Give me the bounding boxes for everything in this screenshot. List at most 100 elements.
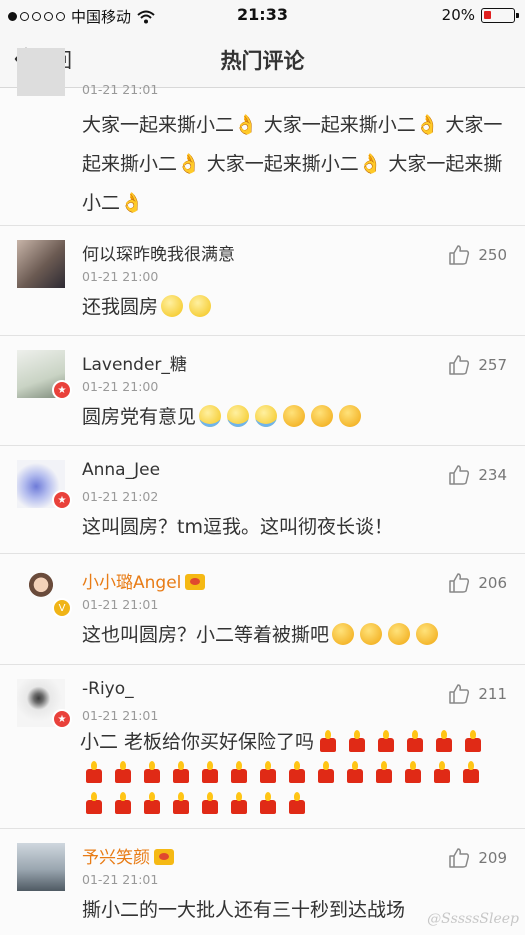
like-count: 209 xyxy=(478,849,507,867)
candle-icon xyxy=(112,761,134,783)
candle-icon xyxy=(112,792,134,814)
comment-time: 01-21 21:02 xyxy=(82,489,159,504)
angry-icon xyxy=(311,405,334,427)
list-item: 01-21 21:01 大家一起来撕小二👌 大家一起来撕小二👌 大家一起来撕小二… xyxy=(0,48,525,226)
comment-text-content: 圆房党有意见 xyxy=(82,406,197,428)
like-button[interactable]: 209 xyxy=(448,847,507,869)
candle-icon xyxy=(199,761,221,783)
comment-author[interactable]: -Riyo_ xyxy=(82,679,134,699)
candle-icon xyxy=(228,761,250,783)
avatar[interactable] xyxy=(17,240,65,288)
candle-icon xyxy=(460,761,482,783)
like-button[interactable]: 250 xyxy=(448,244,507,266)
candle-icon xyxy=(141,761,163,783)
candle-icon xyxy=(315,761,337,783)
candle-icon xyxy=(375,730,397,752)
comment-time: 01-21 21:01 xyxy=(82,82,159,97)
battery-icon xyxy=(481,7,519,23)
candle-icon xyxy=(83,792,105,814)
laugh-cry-icon xyxy=(255,405,278,427)
candle-icon xyxy=(317,730,339,752)
battery-percent: 20% xyxy=(441,6,475,24)
list-item: 何以琛昨晚我很满意 01-21 21:00 250 还我圆房 xyxy=(0,226,525,336)
comment-time: 01-21 21:01 xyxy=(82,708,159,723)
comment-text: 这也叫圆房？小二等着被撕吧 xyxy=(82,616,507,655)
verified-badge: ★ xyxy=(52,380,72,400)
verified-badge: ★ xyxy=(52,490,72,510)
comment-time: 01-21 21:01 xyxy=(82,597,159,612)
angry-icon xyxy=(332,623,355,645)
comment-time: 01-21 21:00 xyxy=(82,379,159,394)
candle-icon xyxy=(431,761,453,783)
comment-text: 这叫圆房？tm逗我。这叫彻夜长谈！ xyxy=(82,516,393,538)
page-title: 热门评论 xyxy=(220,49,305,73)
thumbs-up-icon xyxy=(449,573,470,593)
comment-time: 01-21 21:00 xyxy=(82,269,159,284)
candle-icon xyxy=(286,761,308,783)
list-item: V 小小璐Angel 01-21 21:01 206 这也叫圆房？小二等着被撕吧 xyxy=(0,554,525,665)
laugh-cry-icon xyxy=(199,405,222,427)
comment-text-content: 还我圆房 xyxy=(82,296,159,318)
nav-bar: 返回 热门评论 xyxy=(0,30,525,88)
candle-icon xyxy=(286,792,308,814)
candle-icon xyxy=(462,730,484,752)
candle-icon xyxy=(404,730,426,752)
thumbs-up-icon xyxy=(449,465,470,485)
like-count: 250 xyxy=(478,246,507,264)
comment-list: 01-21 21:01 大家一起来撕小二👌 大家一起来撕小二👌 大家一起来撕小二… xyxy=(0,48,525,935)
list-item: ★ Lavender_糖 01-21 21:00 257 圆房党有意见 xyxy=(0,336,525,446)
comment-text-content: 这也叫圆房？小二等着被撕吧 xyxy=(82,624,330,646)
verified-badge: ★ xyxy=(52,709,72,729)
comment-author[interactable]: 小小璐Angel xyxy=(82,568,206,593)
candle-icon xyxy=(373,761,395,783)
avatar[interactable] xyxy=(17,843,65,891)
verified-badge: V xyxy=(52,598,72,618)
thumbs-up-icon xyxy=(449,355,470,375)
candle-icon xyxy=(402,761,424,783)
candle-icon xyxy=(228,792,250,814)
angry-icon xyxy=(283,405,306,427)
angry-icon xyxy=(339,405,362,427)
comment-text-content: 大家一起来撕小二👌 大家一起来撕小二👌 大家一起来撕小二👌 大家一起来撕小二👌 … xyxy=(82,114,503,214)
like-count: 206 xyxy=(478,574,507,592)
angry-icon xyxy=(416,623,439,645)
crown-icon xyxy=(154,849,174,865)
comment-text: 圆房党有意见 xyxy=(82,398,507,437)
like-count: 211 xyxy=(478,685,507,703)
candle-icon xyxy=(199,792,221,814)
thumbs-up-icon xyxy=(449,245,470,265)
blush-icon xyxy=(161,295,184,317)
thumbs-up-icon xyxy=(449,684,470,704)
candle-icon xyxy=(346,730,368,752)
avatar[interactable] xyxy=(17,48,65,96)
like-button[interactable]: 211 xyxy=(448,683,507,705)
like-button[interactable]: 234 xyxy=(448,464,507,486)
angry-icon xyxy=(388,623,411,645)
like-count: 257 xyxy=(478,356,507,374)
watermark: @SssssSleep xyxy=(427,911,519,927)
comment-author-name: 予兴笑颜 xyxy=(82,848,150,868)
angry-icon xyxy=(360,623,383,645)
candle-icon xyxy=(344,761,366,783)
crown-icon xyxy=(185,574,206,590)
comment-author[interactable]: 予兴笑颜 xyxy=(82,843,174,868)
like-button[interactable]: 206 xyxy=(448,572,507,594)
candle-icon xyxy=(433,730,455,752)
status-bar: 中国移动 21:33 20% xyxy=(0,0,525,30)
list-item: ★ Anna_Jee 01-21 21:02 234 这叫圆房？tm逗我。这叫彻… xyxy=(0,446,525,554)
comment-author-name: 小小璐Angel xyxy=(82,573,182,593)
comment-text: 大家一起来撕小二👌 大家一起来撕小二👌 大家一起来撕小二👌 大家一起来撕小二👌 … xyxy=(82,106,507,223)
thumbs-up-icon xyxy=(449,848,470,868)
blush-icon xyxy=(189,295,212,317)
comment-text-content: 小二 老板给你买好保险了吗 xyxy=(80,731,315,753)
candle-icon xyxy=(257,761,279,783)
list-item: ★ -Riyo_ 01-21 21:01 211 小二 老板给你买好保险了吗 xyxy=(0,665,525,829)
comment-time: 01-21 21:01 xyxy=(82,872,159,887)
comment-author[interactable]: Lavender_糖 xyxy=(82,350,187,375)
like-button[interactable]: 257 xyxy=(448,354,507,376)
candle-icon xyxy=(170,792,192,814)
comment-text: 还我圆房 xyxy=(82,288,507,327)
comment-author[interactable]: 何以琛昨晚我很满意 xyxy=(82,240,235,265)
comment-text: 小二 老板给你买好保险了吗 xyxy=(80,727,507,820)
comment-author[interactable]: Anna_Jee xyxy=(82,460,160,480)
